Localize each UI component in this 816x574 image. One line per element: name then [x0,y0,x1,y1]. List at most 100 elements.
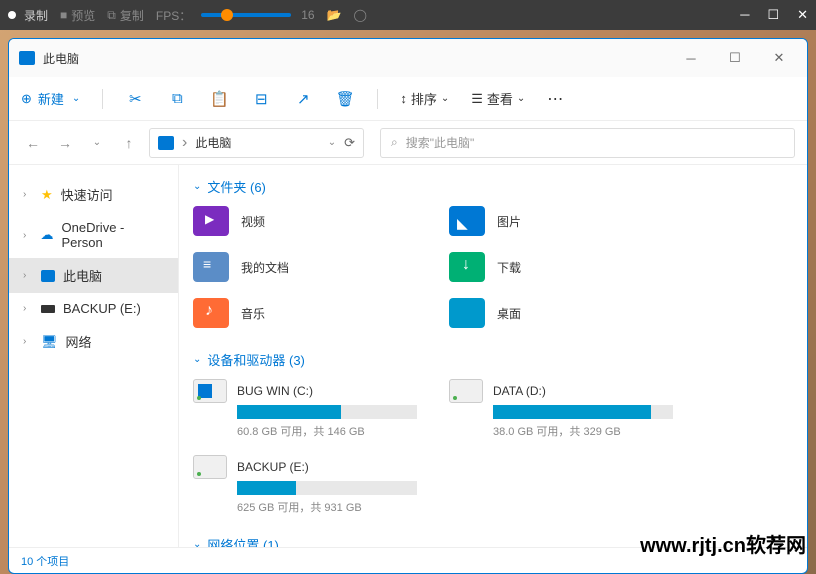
sidebar-item-label: 快速访问 [61,185,113,204]
window-title: 此电脑 [43,50,79,67]
toolbar-divider2 [377,89,378,109]
cut-icon[interactable]: ✂ [125,90,145,108]
win-minimize-button[interactable]: ─ [673,44,709,72]
body: ›★快速访问 ›☁OneDrive - Person ›此电脑 ›BACKUP … [9,165,807,547]
chevron-right-icon: › [23,270,33,281]
share-icon[interactable]: ↗ [293,90,313,108]
section-folders-header[interactable]: ⌄文件夹 (6) [193,177,807,196]
view-button[interactable]: ☰查看 ⌄ [471,89,525,108]
sidebar-item-quick[interactable]: › ★ 快速访问 [9,177,178,212]
downloads-folder-icon [449,252,485,282]
section-drives-header[interactable]: ⌄ 设备和驱动器 (3) [193,350,807,369]
star-icon: ★ [41,187,53,203]
preview-button[interactable]: ■预览 [60,7,95,24]
win-maximize-button[interactable]: ☐ [717,44,753,72]
sidebar-item-onedrive[interactable]: ›☁OneDrive - Person [9,212,178,258]
copy-action-icon[interactable]: ⧉ [167,90,187,107]
chevron-down-icon: ⌄ [517,93,525,104]
pc-icon [41,270,55,282]
folder-desktop[interactable]: 桌面 [449,298,705,328]
fps-label: FPS： [156,7,191,24]
content-area: ⌄文件夹 (6) 视频 图片 我的文档 下载 音乐 桌面 ⌄ 设备和驱动器 (3)… [179,165,807,547]
forward-button[interactable]: → [53,135,77,151]
folder-label: 图片 [497,213,521,230]
toolbar-divider [102,89,103,109]
rename-icon[interactable]: ⊟ [251,90,271,108]
sort-button[interactable]: ↕排序⌄ [400,89,449,108]
delete-icon[interactable]: 🗑 [335,90,355,108]
folder-downloads[interactable]: 下载 [449,252,705,282]
search-icon: ⌕ [391,135,398,150]
chevron-right-icon: › [23,189,33,200]
folders-grid: 视频 图片 我的文档 下载 音乐 桌面 [193,206,807,328]
close-button[interactable]: ✕ [797,7,808,23]
drive-e-icon [193,455,227,479]
pictures-folder-icon [449,206,485,236]
sidebar-item-backup[interactable]: ›BACKUP (E:) [9,293,178,324]
chevron-down-icon[interactable]: ⌄ [85,137,109,148]
folder-pictures[interactable]: 图片 [449,206,705,236]
folder-music[interactable]: 音乐 [193,298,449,328]
sidebar-item-thispc[interactable]: ›此电脑 [9,258,178,293]
back-button[interactable]: ← [21,135,45,151]
drive-info: 38.0 GB 可用，共 329 GB [493,423,705,439]
sidebar-item-label: 网络 [66,332,92,351]
record-button[interactable]: 录制 [8,7,48,24]
folder-video[interactable]: 视频 [193,206,449,236]
win-close-button[interactable]: ✕ [761,44,797,72]
drive-info: 60.8 GB 可用，共 146 GB [237,423,449,439]
drive-e-fill [237,481,296,495]
chevron-right-icon: › [23,230,33,241]
folder-open-icon[interactable]: 📂 [327,8,342,22]
copy-label: 复制 [120,7,144,24]
chevron-right-icon: › [23,303,33,314]
status-items: 10 个项目 [21,553,69,569]
folder-label: 音乐 [241,305,265,322]
folder-label: 我的文档 [241,259,289,276]
folder-label: 桌面 [497,305,521,322]
more-button[interactable]: ⋯ [547,89,563,109]
preview-label: 预览 [71,7,95,24]
drive-c[interactable]: BUG WIN (C:) 60.8 GB 可用，共 146 GB [193,379,449,439]
drive-d-fill [493,405,651,419]
drive-d-icon [449,379,483,403]
fps-slider[interactable] [201,13,291,17]
toolbar: ⊕新建⌄ ✂ ⧉ 📋 ⊟ ↗ 🗑 ↕排序⌄ ☰查看⌄ ⋯ [9,77,807,121]
drive-name: BUG WIN (C:) [237,384,313,398]
drives-grid: BUG WIN (C:) 60.8 GB 可用，共 146 GB DATA (D… [193,379,807,515]
chevron-down-icon: ⌄ [72,93,80,104]
address-bar[interactable]: › 此电脑 ⌄ ⟳ [149,128,364,158]
desktop-folder-icon [449,298,485,328]
view-icon: ☰ [471,91,483,107]
drive-info: 625 GB 可用，共 931 GB [237,499,449,515]
paste-icon[interactable]: 📋 [209,90,229,108]
up-button[interactable]: ↑ [117,135,141,151]
drive-d[interactable]: DATA (D:) 38.0 GB 可用，共 329 GB [449,379,705,439]
maximize-button[interactable]: ☐ [767,7,779,23]
view-label: 查看 [487,89,513,108]
drive-name: BACKUP (E:) [237,460,309,474]
drive-c-bar [237,405,417,419]
fps-control[interactable]: FPS： 16 [156,7,315,24]
drive-e-bar [237,481,417,495]
drive-e[interactable]: BACKUP (E:) 625 GB 可用，共 931 GB [193,455,449,515]
section-title: 设备和驱动器 (3) [207,350,305,369]
address-text: 此电脑 [195,134,319,151]
sidebar-item-network[interactable]: ›🖥网络 [9,324,178,359]
copy-button[interactable]: ⧉ 复制 [107,7,144,24]
search-input[interactable]: ⌕ 搜索"此电脑" [380,128,795,158]
copy-icon: ⧉ [107,8,116,23]
refresh-button[interactable]: ⟳ [344,135,355,151]
drive-icon [41,305,55,313]
drive-d-bar [493,405,673,419]
folder-documents[interactable]: 我的文档 [193,252,449,282]
chevron-down-icon[interactable]: ⌄ [328,137,336,148]
new-button[interactable]: ⊕新建⌄ [21,89,80,108]
music-folder-icon [193,298,229,328]
minimize-button[interactable]: ─ [740,7,749,23]
chevron-down-icon: ⌄ [193,539,201,547]
chevron-down-icon: ⌄ [193,354,201,365]
github-icon[interactable]: ◯ [354,8,367,22]
network-icon: 🖥 [41,334,58,350]
new-label: 新建 [38,89,64,108]
